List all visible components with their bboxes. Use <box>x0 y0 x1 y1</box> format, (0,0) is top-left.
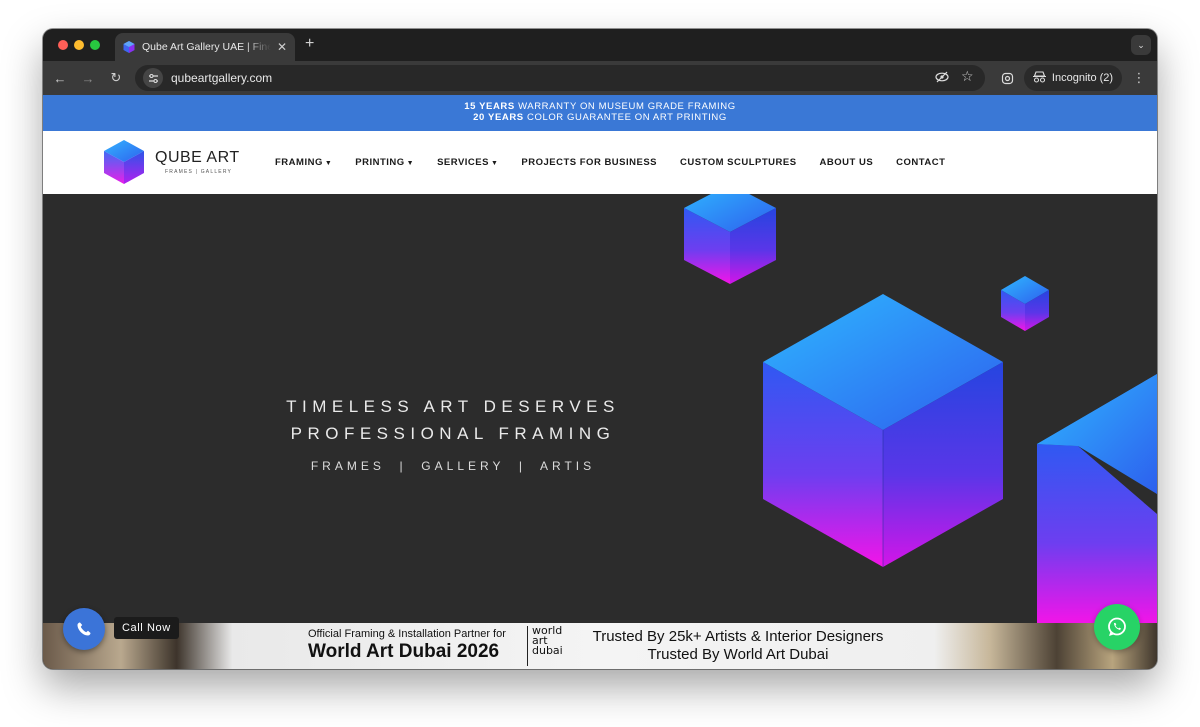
caret-down-icon: ▼ <box>406 160 415 167</box>
top-cube <box>684 194 776 284</box>
nav-printing[interactable]: PRINTING ▼ <box>355 157 414 168</box>
site-header: QUBE ART FRAMES | GALLERY FRAMING ▼ PRINT… <box>43 131 1157 194</box>
promo-line2-bold: 20 YEARS <box>473 112 524 123</box>
caret-down-icon: ▼ <box>490 160 499 167</box>
incognito-icon <box>1032 70 1046 86</box>
banner-trust-line1: Trusted By 25k+ Artists & Interior Desig… <box>592 628 884 645</box>
browser-window: Qube Art Gallery UAE | Fine Art Framing … <box>43 29 1157 669</box>
nav-printing-label: PRINTING <box>355 157 405 168</box>
incognito-button[interactable]: Incognito (2) <box>1024 65 1122 91</box>
promo-line1-bold: 15 YEARS <box>464 101 515 112</box>
hero-headline-line2: PROFESSIONAL FRAMING <box>290 424 616 443</box>
banner-event-name: World Art Dubai 2026 <box>308 641 500 662</box>
back-icon[interactable]: ← <box>51 69 69 87</box>
minimize-window-button[interactable] <box>74 40 84 50</box>
logo-subtitle: FRAMES | GALLERY <box>165 169 233 175</box>
banner-partner-text: Official Framing & Installation Partner … <box>308 628 506 640</box>
hero-headline-line1: TIMELESS ART DESERVES <box>286 397 620 416</box>
nav-contact[interactable]: CONTACT <box>896 157 945 168</box>
url-text: qubeartgallery.com <box>171 71 273 85</box>
promo-bar: 15 YEARS WARRANTY ON MUSEUM GRADE FRAMIN… <box>43 95 1157 131</box>
eye-off-icon[interactable] <box>935 70 949 87</box>
main-nav: FRAMING ▼ PRINTING ▼ SERVICES ▼ PROJECTS FO… <box>275 157 945 168</box>
right-cube <box>1037 374 1157 624</box>
hero-section: TIMELESS ART DESERVES PROFESSIONAL FRAMI… <box>43 194 1157 624</box>
close-window-button[interactable] <box>58 40 68 50</box>
partner-banner[interactable]: Official Framing & Installation Partner … <box>43 623 1157 669</box>
address-bar[interactable]: qubeartgallery.com ☆ <box>135 65 985 91</box>
maximize-window-button[interactable] <box>90 40 100 50</box>
caret-down-icon: ▼ <box>324 160 333 167</box>
nav-framing-label: FRAMING <box>275 157 323 168</box>
incognito-label: Incognito (2) <box>1051 72 1114 84</box>
active-tab[interactable]: Qube Art Gallery UAE | Fine Art Framing … <box>115 33 295 61</box>
nav-services-label: SERVICES <box>437 157 489 168</box>
whatsapp-icon <box>1108 617 1126 636</box>
whatsapp-button[interactable] <box>1094 604 1140 650</box>
call-now-label[interactable]: Call Now <box>114 617 179 639</box>
world-art-dubai-logo: world art dubai <box>527 625 575 666</box>
logo-title: QUBE ART <box>155 149 240 166</box>
hero-subtitle: FRAMES | GALLERY | ARTIS <box>310 459 596 473</box>
nav-projects-for-business[interactable]: PROJECTS FOR BUSINESS <box>521 157 657 168</box>
tab-title: Qube Art Gallery UAE | Fine Art Framing <box>142 41 271 53</box>
site-logo[interactable]: QUBE ART FRAMES | GALLERY <box>103 139 240 185</box>
banner-trust-block: Trusted By 25k+ Artists & Interior Desig… <box>578 628 898 664</box>
tiny-cube <box>1001 276 1049 331</box>
new-tab-icon[interactable]: + <box>305 35 314 53</box>
nav-services[interactable]: SERVICES ▼ <box>437 157 498 168</box>
banner-partner-block: Official Framing & Installation Partner … <box>308 628 506 663</box>
banner-trust-line2: Trusted By World Art Dubai <box>647 646 829 663</box>
call-now-button[interactable] <box>63 608 105 650</box>
close-tab-icon[interactable]: ✕ <box>277 40 287 54</box>
reload-icon[interactable]: ↻ <box>107 69 125 87</box>
nav-custom-sculptures[interactable]: CUSTOM SCULPTURES <box>680 157 797 168</box>
tab-search-icon[interactable]: ⌄ <box>1131 35 1151 55</box>
browser-toolbar: ← → ↻ qubeartgallery.com ☆ Incognito (2)… <box>43 61 1157 95</box>
promo-line2-text: COLOR GUARANTEE ON ART PRINTING <box>523 112 727 123</box>
extensions-icon[interactable] <box>998 69 1016 87</box>
nav-about-us[interactable]: ABOUT US <box>820 157 874 168</box>
bookmark-star-icon[interactable]: ☆ <box>961 68 974 85</box>
site-info-icon[interactable] <box>143 68 163 88</box>
phone-icon <box>77 622 91 636</box>
qube-logo-icon <box>104 140 144 184</box>
cube-favicon-icon <box>123 41 135 53</box>
nav-framing[interactable]: FRAMING ▼ <box>275 157 332 168</box>
large-cube <box>763 294 1003 567</box>
promo-line1-text: WARRANTY ON MUSEUM GRADE FRAMING <box>514 101 736 112</box>
more-menu-icon[interactable]: ⋮ <box>1130 69 1148 87</box>
tab-strip: Qube Art Gallery UAE | Fine Art Framing … <box>43 29 1157 61</box>
forward-icon[interactable]: → <box>79 69 97 87</box>
web-page: 15 YEARS WARRANTY ON MUSEUM GRADE FRAMIN… <box>43 95 1157 669</box>
